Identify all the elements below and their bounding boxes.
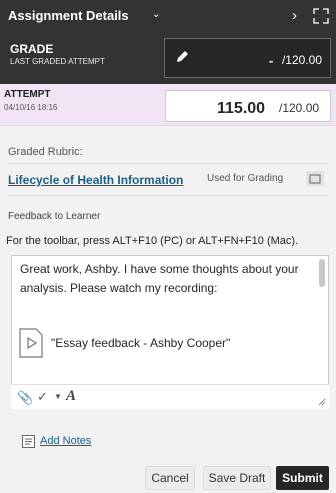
editor-toolbar: 📎 ✓ ▼ A [11, 384, 329, 409]
rubric-heading: Graded Rubric: [8, 146, 83, 158]
feedback-text[interactable]: Great work, Ashby. I have some thoughts … [20, 260, 312, 298]
rubric-view-icon[interactable] [306, 171, 324, 186]
divider [8, 163, 328, 164]
attempt-max: /120.00 [279, 101, 320, 115]
attach-icon[interactable]: 📎 [17, 390, 33, 406]
expand-icon[interactable] [313, 8, 329, 24]
attempt-score-field[interactable]: 115.00 /120.00 [165, 90, 331, 122]
save-draft-button[interactable]: Save Draft [203, 466, 271, 490]
attempt-row: ATTEMPT 04/10/16 18:16 115.00 /120.00 [0, 84, 336, 126]
grade-row: GRADE LAST GRADED ATTEMPT - /120.00 [0, 33, 336, 84]
grade-max: /120.00 [281, 53, 322, 67]
divider [8, 195, 328, 196]
editor-scrollbar[interactable] [319, 259, 325, 287]
submit-button[interactable]: Submit [276, 466, 329, 490]
pencil-icon[interactable] [174, 49, 190, 65]
attempt-label: ATTEMPT [4, 89, 51, 100]
rubric-status: Used for Grading [207, 173, 284, 184]
toolbar-hint: For the toolbar, press ALT+F10 (PC) or A… [6, 235, 299, 247]
panel-header: Assignment Details ⌄ › [0, 0, 336, 33]
feedback-heading: Feedback to Learner [8, 211, 101, 222]
add-notes-label[interactable]: Add Notes [40, 435, 91, 447]
attempt-date: 04/10/16 18:16 [4, 103, 58, 112]
panel-title[interactable]: Assignment Details [8, 8, 129, 23]
font-format-icon[interactable]: A [66, 388, 76, 405]
grade-label: GRADE [10, 42, 54, 56]
chevron-down-icon[interactable]: ⌄ [152, 9, 160, 20]
resize-grip-icon[interactable] [318, 398, 326, 406]
media-label[interactable]: "Essay feedback - Ashby Cooper" [51, 336, 230, 350]
chevron-down-icon[interactable]: ▼ [54, 392, 62, 401]
cancel-button[interactable]: Cancel [145, 466, 195, 490]
video-file-icon [19, 328, 43, 358]
grade-sublabel: LAST GRADED ATTEMPT [10, 57, 105, 66]
notes-icon [22, 435, 35, 448]
grade-field[interactable]: - /120.00 [164, 38, 331, 78]
attempt-score: 115.00 [217, 100, 266, 117]
rubric-link[interactable]: Lifecycle of Health Information [8, 173, 183, 187]
chevron-right-icon[interactable]: › [292, 7, 297, 24]
grade-value: - [269, 53, 274, 68]
spellcheck-icon[interactable]: ✓ [37, 389, 48, 405]
